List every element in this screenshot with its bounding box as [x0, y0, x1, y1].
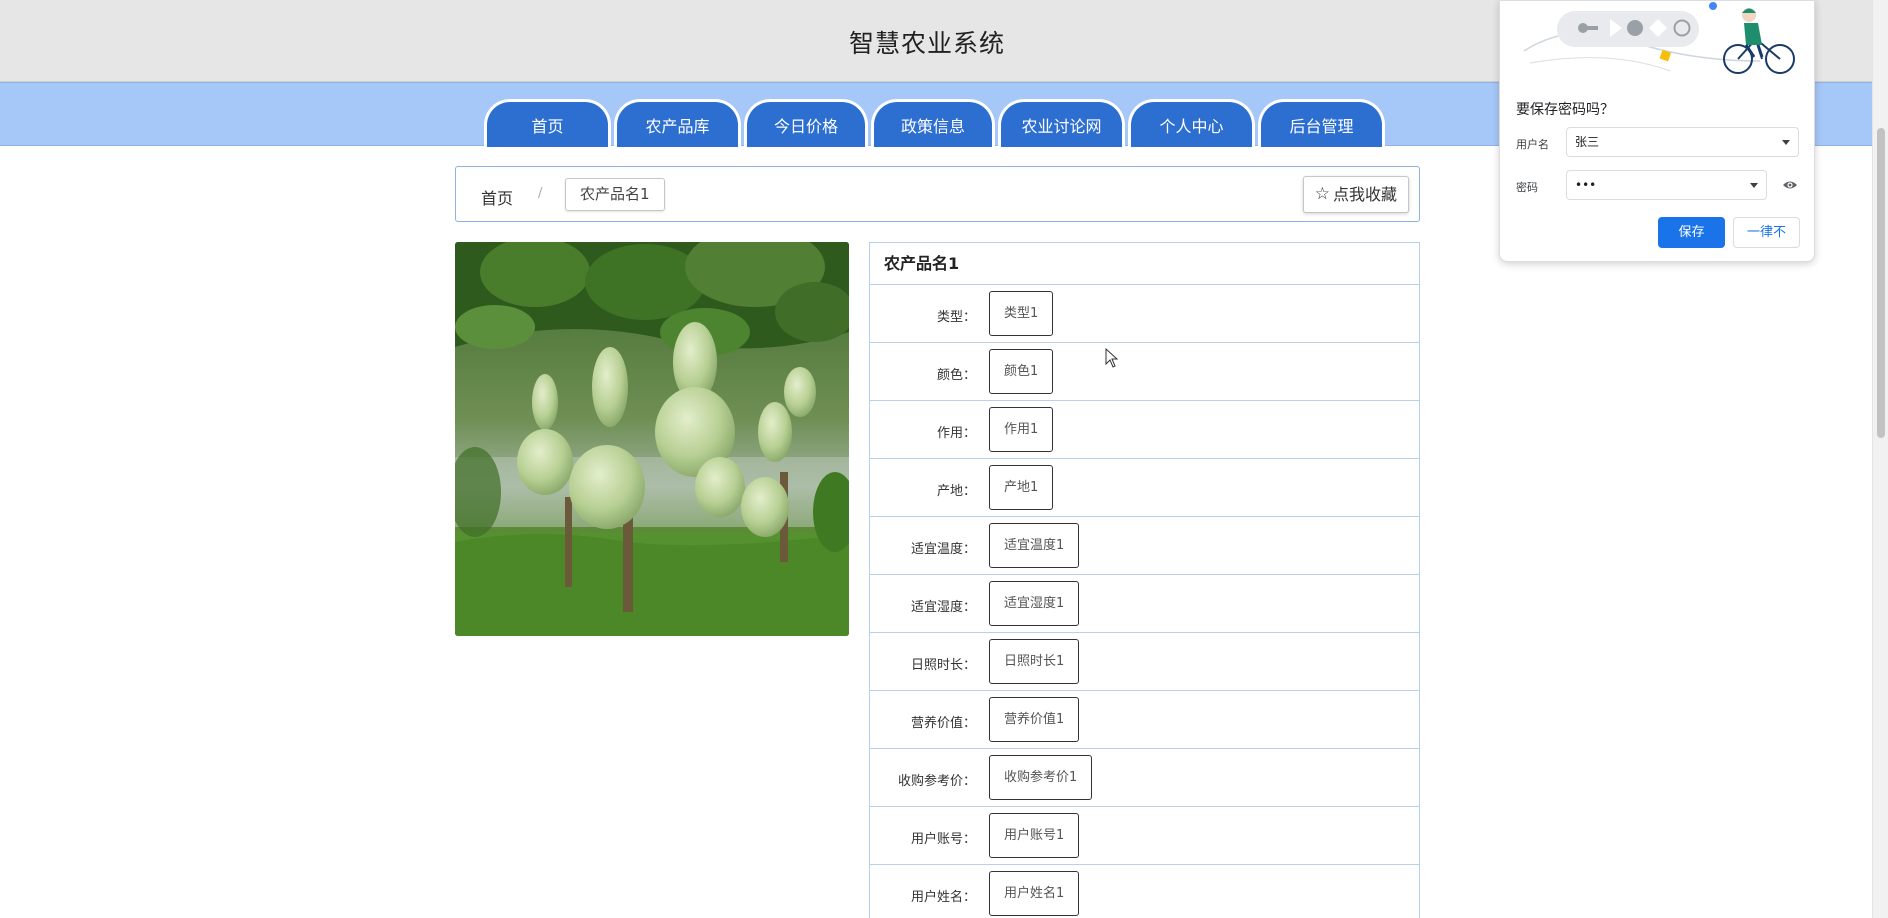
field-value: 适宜温度1 — [989, 523, 1080, 568]
detail-row-reference-price: 收购参考价： 收购参考价1 — [870, 749, 1419, 807]
detail-row-user-name: 用户姓名： 用户姓名1 — [870, 865, 1419, 918]
scrollbar-thumb[interactable] — [1877, 128, 1885, 438]
gourd-photo — [455, 242, 849, 636]
password-value: ••• — [1575, 178, 1597, 192]
username-select[interactable]: 张三 — [1566, 127, 1799, 157]
detail-row-sunshine: 日照时长： 日照时长1 — [870, 633, 1419, 691]
vertical-scrollbar[interactable] — [1872, 0, 1888, 918]
field-label: 收购参考价： — [897, 774, 976, 789]
field-label: 用户姓名： — [910, 890, 976, 905]
field-label: 适宜湿度： — [910, 600, 976, 615]
field-value: 收购参考价1 — [989, 755, 1093, 800]
detail-row-color: 颜色： 颜色1 — [870, 343, 1419, 401]
page: 智慧农业系统 首页 农产品库 今日价格 政策信息 农业讨论网 个人中心 后台管理… — [0, 0, 1888, 918]
save-password-title: 要保存密码吗？ — [1516, 102, 1614, 118]
product-detail-table: 农产品名1 类型： 类型1 颜色： 颜色1 作用： 作用1 产地： 产地1 适宜… — [869, 242, 1420, 918]
breadcrumb-separator: / — [538, 186, 543, 201]
never-save-button[interactable]: 一律不 — [1733, 217, 1800, 248]
field-label: 营养价值： — [910, 716, 976, 731]
product-image — [455, 242, 849, 636]
breadcrumb-home-link[interactable]: 首页 — [481, 185, 513, 209]
breadcrumb: 首页 / 农产品名1 ☆ 点我收藏 — [455, 166, 1420, 222]
username-label: 用户名 — [1516, 138, 1549, 151]
eye-icon[interactable] — [1782, 178, 1798, 192]
detail-row-nutrition: 营养价值： 营养价值1 — [870, 691, 1419, 749]
password-illustration — [1523, 2, 1795, 74]
nav-tab-home[interactable]: 首页 — [484, 99, 611, 147]
nav-tab-forum[interactable]: 农业讨论网 — [998, 99, 1125, 147]
dropdown-caret-icon — [1782, 140, 1790, 145]
field-value: 营养价值1 — [989, 697, 1080, 742]
password-label: 密码 — [1516, 181, 1538, 194]
detail-row-humidity: 适宜湿度： 适宜湿度1 — [870, 575, 1419, 633]
nav-tab-admin[interactable]: 后台管理 — [1258, 99, 1385, 147]
favorite-button-label: 点我收藏 — [1332, 185, 1397, 204]
product-name: 农产品名1 — [870, 243, 1419, 285]
detail-row-type: 类型： 类型1 — [870, 285, 1419, 343]
nav-tab-today-price[interactable]: 今日价格 — [744, 99, 868, 147]
save-password-button[interactable]: 保存 — [1658, 217, 1725, 248]
nav-tab-policy-info[interactable]: 政策信息 — [871, 99, 995, 147]
field-label: 产地： — [936, 484, 976, 499]
favorite-button[interactable]: ☆ 点我收藏 — [1302, 176, 1409, 213]
field-value: 作用1 — [989, 407, 1054, 452]
field-value: 类型1 — [989, 291, 1054, 336]
field-label: 类型： — [936, 310, 976, 325]
field-value: 用户姓名1 — [989, 871, 1080, 916]
detail-row-origin: 产地： 产地1 — [870, 459, 1419, 517]
nav-tab-personal-center[interactable]: 个人中心 — [1128, 99, 1255, 147]
breadcrumb-current: 农产品名1 — [565, 178, 665, 211]
field-value: 产地1 — [989, 465, 1054, 510]
field-label: 颜色： — [936, 368, 976, 383]
field-value: 日照时长1 — [989, 639, 1080, 684]
field-value: 用户账号1 — [989, 813, 1080, 858]
star-outline-icon: ☆ — [1314, 184, 1330, 204]
nav-tab-product-library[interactable]: 农产品库 — [614, 99, 741, 147]
field-label: 日照时长： — [910, 658, 976, 673]
nav-tabs: 首页 农产品库 今日价格 政策信息 农业讨论网 个人中心 后台管理 — [484, 99, 1385, 147]
detail-row-usage: 作用： 作用1 — [870, 401, 1419, 459]
field-value: 适宜湿度1 — [989, 581, 1080, 626]
save-password-popup: 要保存密码吗？ 用户名 张三 密码 ••• 保存 一律不 — [1499, 0, 1815, 262]
detail-row-user-account: 用户账号： 用户账号1 — [870, 807, 1419, 865]
password-select[interactable]: ••• — [1566, 170, 1767, 200]
field-value: 颜色1 — [989, 349, 1054, 394]
field-label: 适宜温度： — [910, 542, 976, 557]
field-label: 作用： — [936, 426, 976, 441]
field-label: 用户账号： — [910, 832, 976, 847]
username-value: 张三 — [1575, 135, 1600, 149]
mouse-cursor-icon — [1105, 348, 1119, 368]
dropdown-caret-icon — [1750, 183, 1758, 188]
detail-row-temperature: 适宜温度： 适宜温度1 — [870, 517, 1419, 575]
